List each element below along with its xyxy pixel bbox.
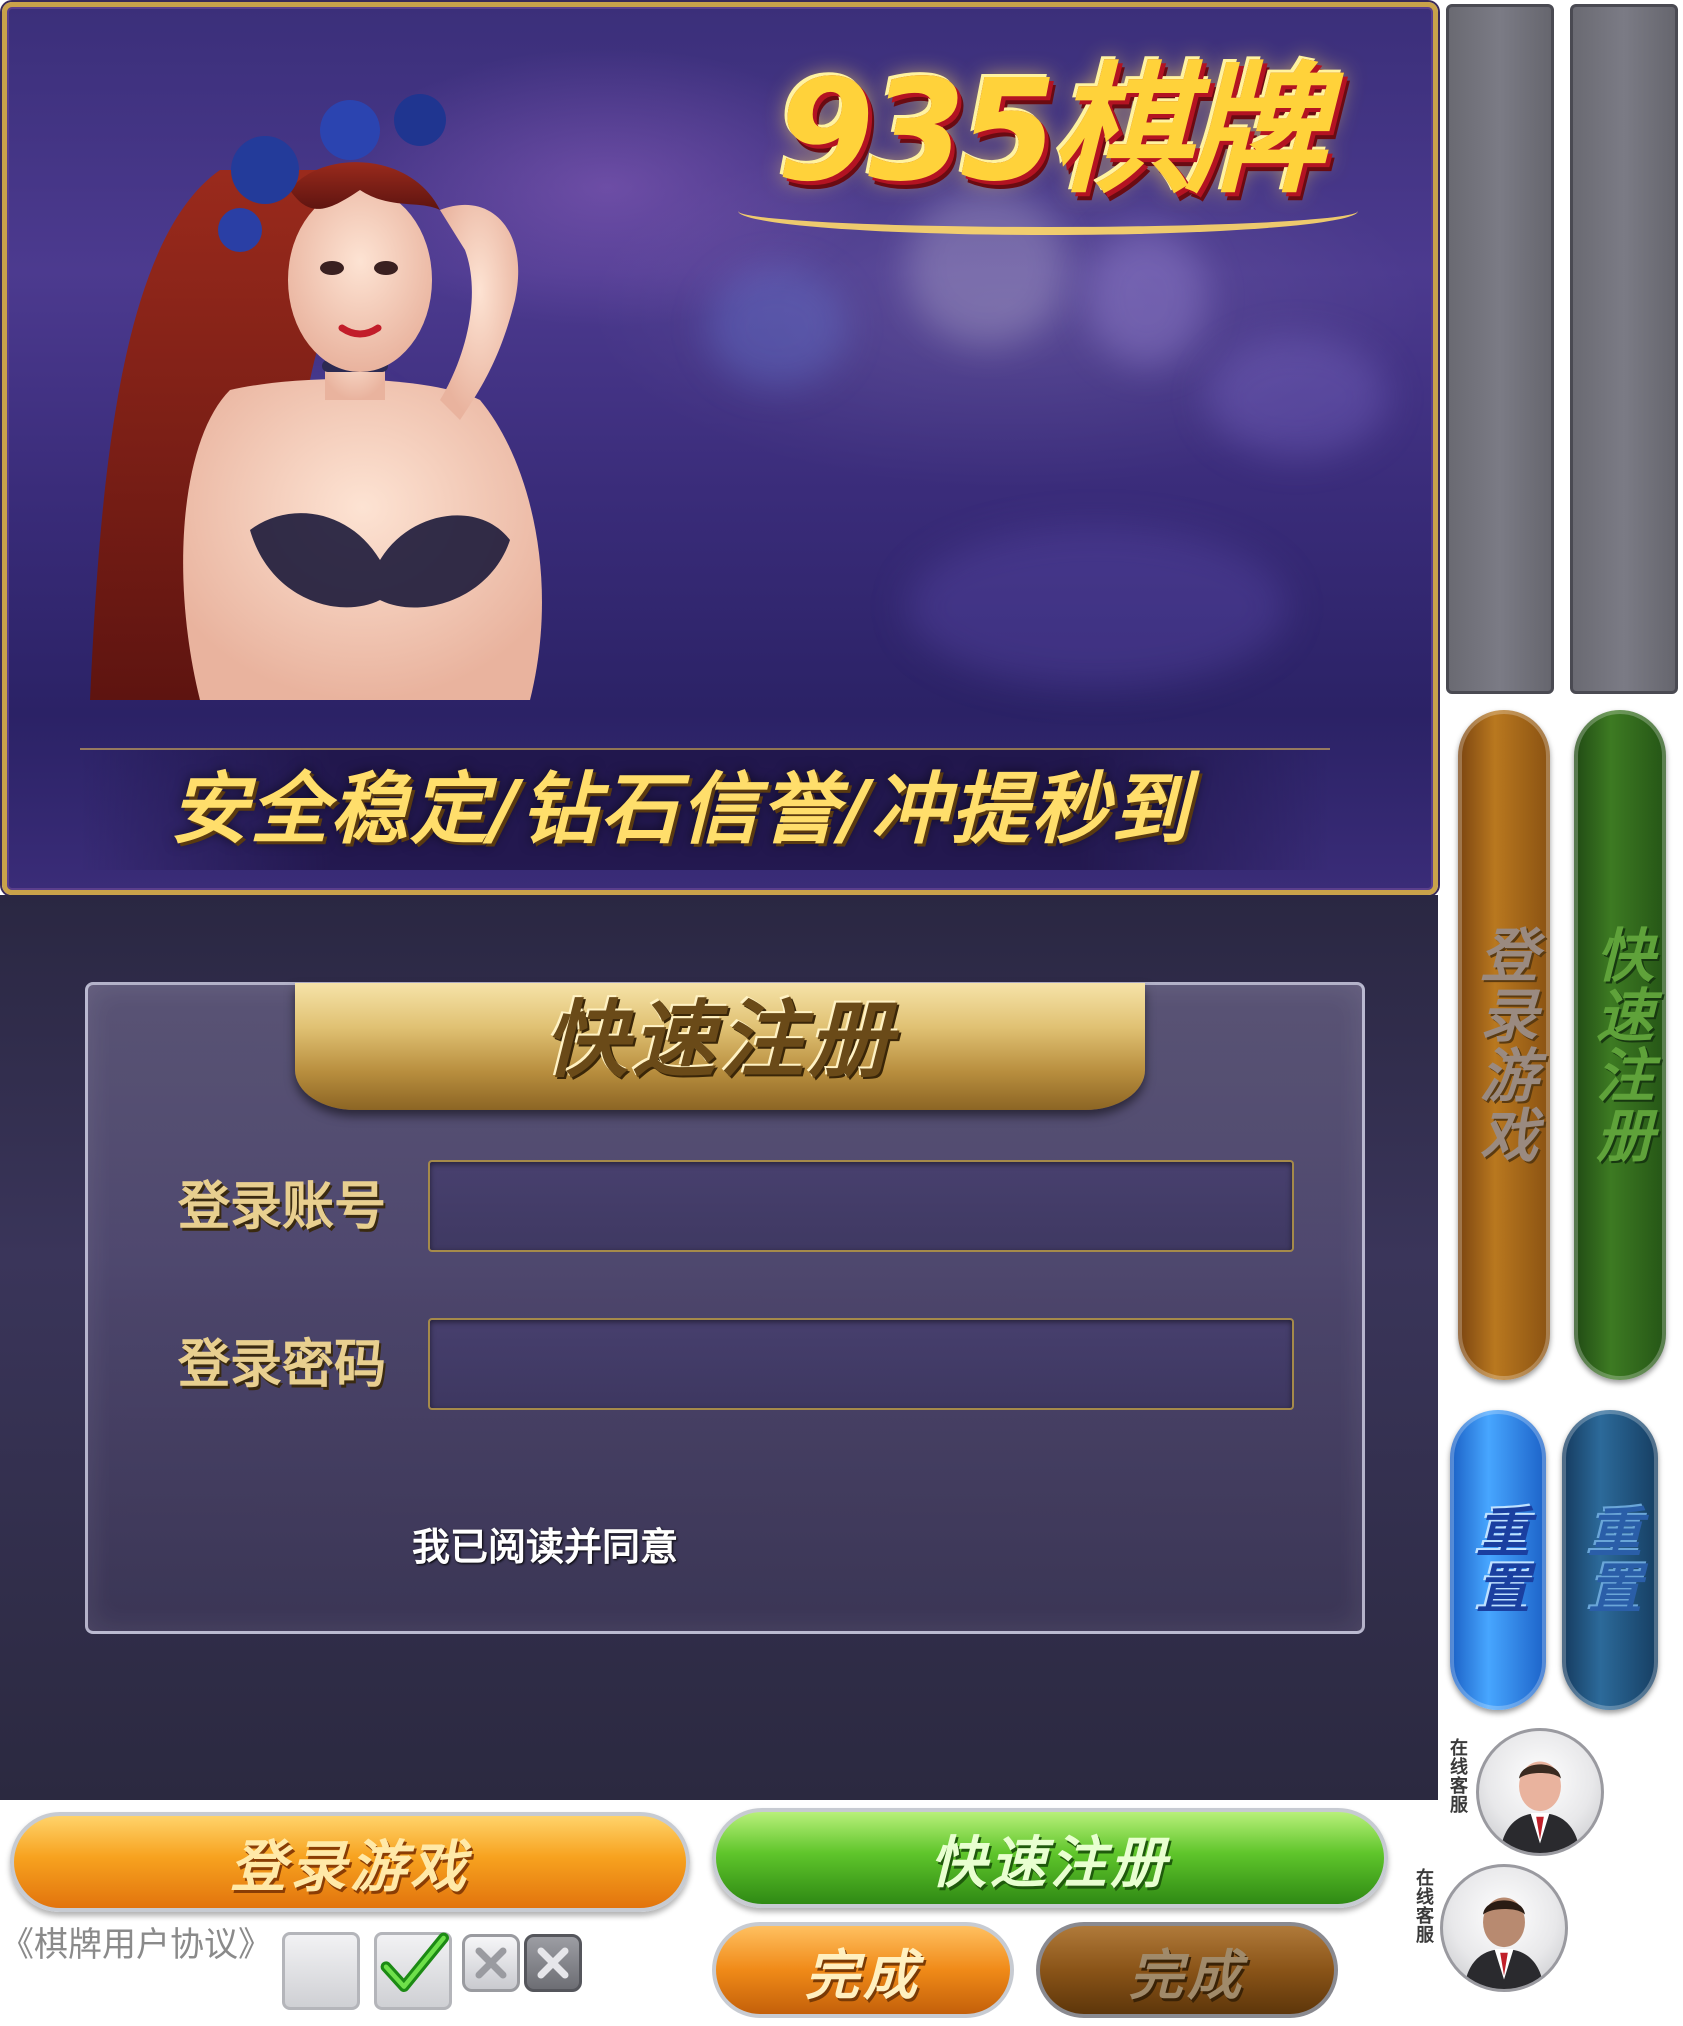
checkbox-checked[interactable] [374,1932,452,2010]
reset-inactive-label: 重置 [1578,1504,1642,1616]
customer-service-label-2: 在线客服 [1413,1868,1434,1944]
logo-935-qipai: 935棋牌 [698,32,1398,247]
login-game-button[interactable]: 登录游戏 [10,1812,690,1912]
done-button-disabled: 完成 [1036,1922,1338,2018]
mascot-girl-illustration [90,94,542,700]
customer-service-label-1: 在线客服 [1447,1738,1468,1814]
agree-terms-text: 我已阅读并同意 [412,1525,679,1569]
customer-service-avatar-pressed-icon[interactable] [1440,1864,1568,1992]
reset-button-active[interactable]: 重置 [1450,1410,1546,1710]
grey-strip-left [1446,4,1554,694]
account-label: 登录账号 [178,1177,387,1237]
reset-active-label: 重置 [1466,1504,1530,1616]
close-icon[interactable] [462,1934,520,1992]
password-label: 登录密码 [178,1335,387,1395]
password-input[interactable] [428,1318,1294,1410]
login-game-label: 登录游戏 [230,1834,470,1900]
done-button-active[interactable]: 完成 [712,1922,1014,2018]
quick-register-button[interactable]: 快速注册 [712,1808,1388,1908]
register-title: 快速注册 [543,991,896,1089]
register-vertical-label: 快速注册 [1586,925,1654,1165]
banner-slogan: 安全稳定/钻石信誉/冲提秒到 [170,765,1191,855]
done-disabled-label: 完成 [1129,1943,1245,2007]
user-agreement-link[interactable]: 《棋牌用户协议》 [0,1918,280,1972]
logo-swoosh [738,187,1358,235]
grey-strip-right [1570,4,1678,694]
login-vertical-label: 登录游戏 [1470,925,1538,1165]
quick-register-label: 快速注册 [930,1830,1170,1896]
login-vertical-button[interactable]: 登录游戏 [1458,710,1550,1380]
check-icon [380,1932,449,1992]
checkbox-empty-icon[interactable] [282,1932,360,2010]
done-active-label: 完成 [805,1943,921,2007]
customer-service-avatar-icon[interactable] [1476,1728,1604,1856]
account-input[interactable] [428,1160,1294,1252]
register-vertical-button[interactable]: 快速注册 [1574,710,1666,1380]
close-disabled-icon [524,1934,582,1992]
reset-button-inactive[interactable]: 重置 [1562,1410,1658,1710]
